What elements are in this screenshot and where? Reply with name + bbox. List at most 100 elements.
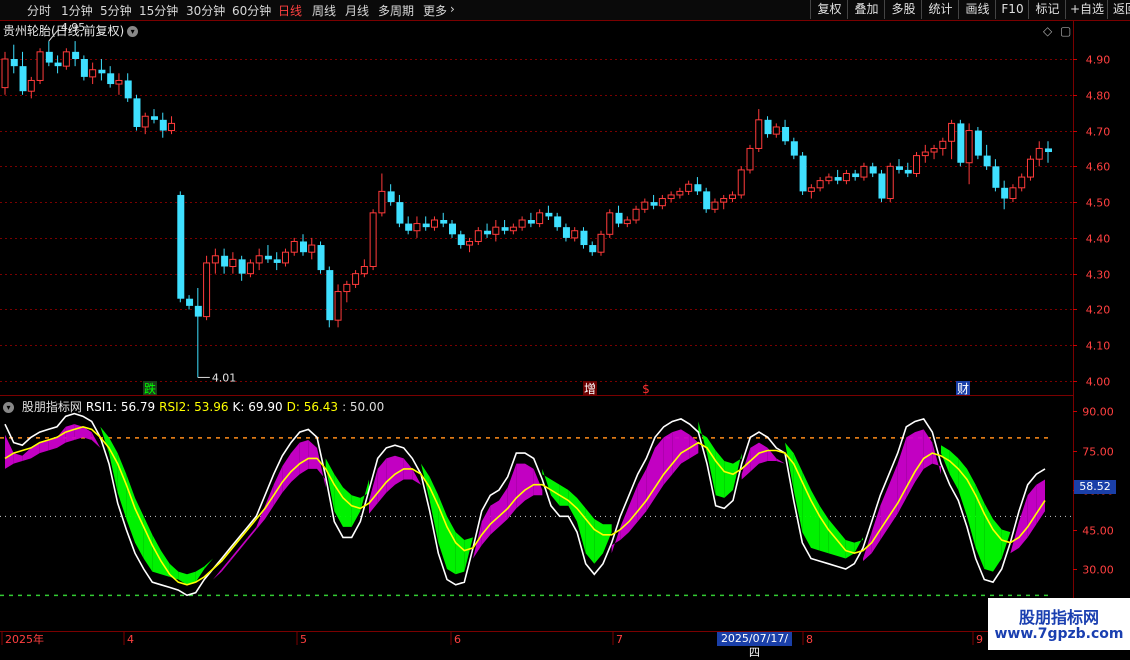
candle-body [221,255,229,267]
candle-body [151,116,158,120]
candle-body [229,258,237,268]
bull-fill [906,432,915,498]
indicator-title: 股朋指标网 [18,400,82,414]
candle-body [238,259,246,274]
y-tick-label: 4.80 [1086,90,1111,103]
bull-fill [386,455,395,493]
candle-body [422,223,430,228]
candle-body [141,115,149,128]
candle-body [746,147,754,171]
candle-body [939,140,947,149]
candle-body [904,169,912,174]
candle-body [764,119,772,135]
bear-fill [984,503,993,572]
candle-body [107,73,115,85]
chevron-down-icon[interactable]: ▾ [3,402,14,413]
watermark-url: www.7gpzb.com [994,626,1124,642]
y-tick-label: 4.70 [1086,126,1111,139]
candle-body [343,283,351,293]
high-marker-label: 4.95 [61,21,86,34]
bull-fill [889,463,898,527]
event-tag: $ [642,382,650,396]
bull-fill [13,453,23,464]
candle-body [562,227,570,238]
bear-fill [204,558,213,569]
bull-fill [499,487,508,527]
event-tag: 财 [957,382,969,396]
candle-body [571,230,579,239]
event-tag: 增 [584,382,596,396]
candle-body [19,66,27,92]
candle-body [852,173,860,178]
candle-body [667,194,675,200]
candle-body [449,223,456,235]
bull-fill [1027,484,1037,538]
bear-fill [715,450,725,498]
bull-fill [681,429,690,464]
y-tick-label: 4.60 [1086,161,1111,174]
candle-body [466,240,474,246]
bear-fill [819,505,829,554]
candle-body [80,59,88,77]
candle-body [615,212,623,224]
candle-body [72,51,80,59]
candle-body [772,126,780,135]
candle-body [159,119,167,131]
bull-fill [299,439,309,475]
candle-body [194,305,202,317]
bull-fill [646,447,655,512]
candle-body [974,130,982,156]
candle-body [317,245,325,271]
candle-body [98,69,106,74]
candle-body [300,241,307,253]
bear-fill [447,516,456,575]
candle-body [790,141,798,156]
candle-body [255,255,263,264]
y-tick-label: 75.00 [1082,446,1114,459]
y-tick-label: 4.20 [1086,304,1111,317]
candle-body [36,51,44,81]
bear-fill [135,497,144,559]
bull-fill [516,463,525,509]
candle-body [913,155,921,174]
bear-fill [455,532,465,575]
candle-body [211,255,219,264]
candle-body [650,202,658,206]
y-tick-label: 4.40 [1086,233,1111,246]
watermark-title: 股朋指标网 [1018,608,1099,627]
bear-fill [585,508,595,564]
candle-body [457,234,465,246]
bear-fill [594,518,603,564]
candle-body [89,69,97,78]
bear-fill [568,490,577,522]
y-tick-label: 45.00 [1082,525,1114,538]
bull-fill [377,458,387,504]
candle-body [685,183,693,192]
bull-fill [915,429,924,483]
watermark: 股朋指标网 www.7gpzb.com [988,598,1130,650]
bull-fill [525,463,534,501]
candle-body [720,198,728,203]
candle-body [728,194,736,200]
y-tick-label: 4.00 [1086,376,1111,389]
bear-fill [169,563,179,580]
y-tick-label: 30.00 [1082,564,1114,577]
cursor-date-tag: 2025/07/17/四 [717,632,792,659]
bear-fill [351,495,361,527]
low-marker-label: 4.01 [212,371,237,384]
candle-body [1,58,9,89]
bull-fill [672,429,681,475]
indicator-value: K: 69.90 [232,400,283,414]
candle-body [273,259,281,263]
indicator-value: RSI1: 56.79 [85,400,156,414]
bull-fill [533,468,543,496]
candle-body [869,166,877,174]
candle-body [369,212,377,268]
bull-fill [655,437,664,498]
candle-body [308,244,316,253]
candle-body [896,166,903,170]
bull-fill [776,458,785,464]
indicator-value: D: 56.43 [286,400,339,414]
bull-fill [1019,495,1028,548]
candle-body [886,165,894,200]
